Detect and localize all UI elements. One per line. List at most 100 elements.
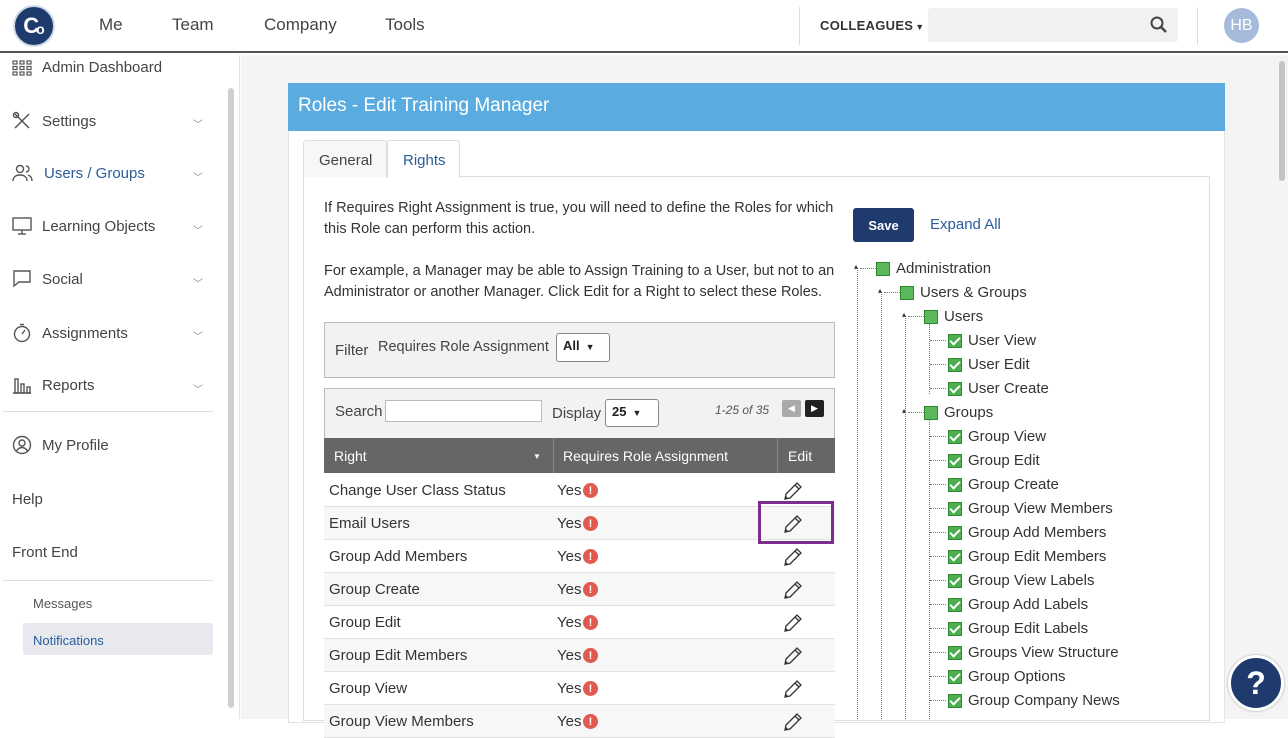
tab-rights[interactable]: Rights <box>387 140 460 178</box>
help-button[interactable]: ? <box>1228 655 1284 711</box>
edit-pencil-icon[interactable] <box>781 578 805 606</box>
company-logo[interactable]: Co <box>13 5 55 47</box>
tree-node-label: Group Edit <box>968 452 1040 469</box>
sidebar-item-reports[interactable]: Reports <box>12 376 95 394</box>
collapse-toggle-icon[interactable]: ▴ <box>902 310 906 319</box>
checkbox[interactable] <box>948 333 962 348</box>
chevron-down-icon[interactable]: ﹀ <box>193 381 203 396</box>
sidebar-item-messages[interactable]: Messages <box>33 596 92 611</box>
edit-pencil-icon[interactable] <box>781 611 805 639</box>
tree-node-group-item[interactable]: Group Edit Members <box>948 548 1106 565</box>
right-name: Group View Members <box>329 713 474 730</box>
sidebar-item-settings[interactable]: Settings <box>12 111 96 131</box>
avatar[interactable]: HB <box>1224 8 1259 43</box>
col-right[interactable]: Right <box>334 448 367 464</box>
tree-node-users[interactable]: Users <box>924 308 983 325</box>
tree-node-group-item[interactable]: Group View Members <box>948 500 1113 517</box>
checkbox[interactable] <box>948 597 962 612</box>
edit-pencil-icon[interactable] <box>781 710 805 738</box>
tree-node-group-item[interactable]: Group View <box>948 428 1046 445</box>
tree-node-administration[interactable]: Administration <box>876 260 991 277</box>
sidebar-item-assignments[interactable]: Assignments <box>12 323 128 343</box>
tree-node-user-item[interactable]: User Edit <box>948 356 1030 373</box>
tree-node-group-item[interactable]: Groups View Structure <box>948 644 1119 661</box>
checkbox[interactable] <box>948 357 962 372</box>
chevron-down-icon[interactable]: ﹀ <box>193 275 203 290</box>
nav-company[interactable]: Company <box>264 15 337 35</box>
tree-node-group-item[interactable]: Group Create <box>948 476 1059 493</box>
scrollbar-thumb[interactable] <box>1279 61 1285 181</box>
checkbox[interactable] <box>948 501 962 516</box>
checkbox[interactable] <box>948 429 962 444</box>
collapse-toggle-icon[interactable]: ▴ <box>878 286 882 295</box>
sidebar-item-users-groups[interactable]: Users / Groups <box>12 164 145 182</box>
prev-page-button[interactable]: ◀ <box>782 400 801 417</box>
sidebar-item-admin-dashboard[interactable]: Admin Dashboard <box>12 59 162 76</box>
checkbox[interactable] <box>948 573 962 588</box>
profile-icon <box>12 435 32 455</box>
tree-line <box>857 268 858 719</box>
sidebar-item-learning-objects[interactable]: Learning Objects <box>12 217 155 235</box>
chevron-down-icon[interactable]: ﹀ <box>193 222 203 237</box>
tree-node-group-item[interactable]: Group Add Labels <box>948 596 1088 613</box>
col-requires[interactable]: Requires Role Assignment <box>563 448 728 464</box>
checkbox[interactable] <box>948 693 962 708</box>
expand-all-link[interactable]: Expand All <box>930 216 1001 233</box>
page-scrollbar[interactable] <box>1276 55 1288 719</box>
edit-pencil-icon[interactable] <box>781 545 805 573</box>
tree-node-user-item[interactable]: User Create <box>948 380 1049 397</box>
sidebar-item-notifications[interactable]: Notifications <box>33 633 104 648</box>
filter-select[interactable]: All ▼ <box>556 333 610 362</box>
colleagues-dropdown[interactable]: COLLEAGUES ▼ <box>820 18 925 33</box>
tree-node-group-item[interactable]: Group View Labels <box>948 572 1094 589</box>
tree-node-group-item[interactable]: Group Edit Labels <box>948 620 1088 637</box>
checkbox[interactable] <box>876 261 890 276</box>
tree-node-label: User Create <box>968 380 1049 397</box>
chevron-down-icon[interactable]: ﹀ <box>193 328 203 343</box>
top-search-input[interactable] <box>928 8 1178 42</box>
right-name: Group Create <box>329 581 420 598</box>
search-input[interactable] <box>385 400 542 422</box>
tree-node-group-item[interactable]: Group Add Members <box>948 524 1106 541</box>
tree-node-user-item[interactable]: User View <box>948 332 1036 349</box>
sidebar-scrollbar[interactable] <box>228 88 234 708</box>
search-icon[interactable] <box>1150 16 1168 34</box>
save-button[interactable]: Save <box>853 208 914 242</box>
tree-node-group-item[interactable]: Group Company News <box>948 692 1120 709</box>
tab-general[interactable]: General <box>303 140 387 177</box>
checkbox[interactable] <box>924 309 938 324</box>
nav-team[interactable]: Team <box>172 15 214 35</box>
tree-node-group-item[interactable]: Group Edit <box>948 452 1040 469</box>
collapse-toggle-icon[interactable]: ▴ <box>854 262 858 271</box>
checkbox[interactable] <box>948 525 962 540</box>
nav-me[interactable]: Me <box>99 15 123 35</box>
checkbox[interactable] <box>948 477 962 492</box>
sidebar-item-front-end[interactable]: Front End <box>12 544 78 561</box>
sort-desc-icon[interactable]: ▼ <box>533 452 541 461</box>
tree-line <box>930 556 946 557</box>
right-name: Group Edit Members <box>329 647 468 664</box>
chevron-down-icon[interactable]: ﹀ <box>193 169 203 184</box>
collapse-toggle-icon[interactable]: ▴ <box>902 406 906 415</box>
checkbox[interactable] <box>900 285 914 300</box>
tree-node-groups[interactable]: Groups <box>924 404 993 421</box>
checkbox[interactable] <box>948 621 962 636</box>
checkbox[interactable] <box>948 549 962 564</box>
checkbox[interactable] <box>948 453 962 468</box>
chat-icon <box>13 270 31 288</box>
next-page-button[interactable]: ▶ <box>805 400 824 417</box>
checkbox[interactable] <box>948 669 962 684</box>
tree-node-group-item[interactable]: Group Options <box>948 668 1066 685</box>
sidebar-item-my-profile[interactable]: My Profile <box>12 435 109 455</box>
tree-node-users-groups[interactable]: Users & Groups <box>900 284 1027 301</box>
sidebar-item-help[interactable]: Help <box>12 491 43 508</box>
edit-pencil-icon[interactable] <box>781 644 805 672</box>
edit-pencil-icon[interactable] <box>781 677 805 705</box>
display-select[interactable]: 25 ▼ <box>605 399 659 427</box>
checkbox[interactable] <box>924 405 938 420</box>
checkbox[interactable] <box>948 645 962 660</box>
checkbox[interactable] <box>948 381 962 396</box>
chevron-down-icon[interactable]: ﹀ <box>193 116 203 131</box>
nav-tools[interactable]: Tools <box>385 15 425 35</box>
sidebar-item-social[interactable]: Social <box>12 270 83 288</box>
